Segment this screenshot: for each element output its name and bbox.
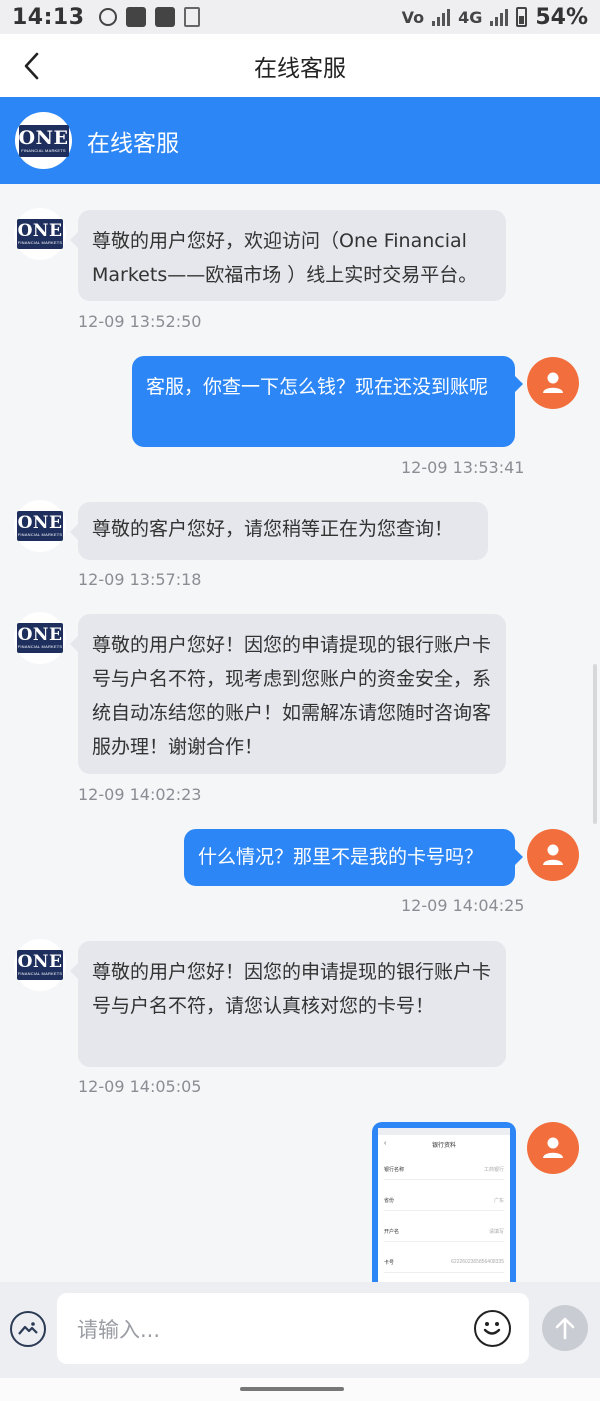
app-notification-icon <box>154 7 175 27</box>
user-icon <box>543 844 563 865</box>
agent-avatar: ONE FINANCIAL MARKETS <box>14 500 66 552</box>
thumb-row: 卡号 6222602365856408335 <box>384 1259 504 1266</box>
image-upload-button[interactable] <box>10 1311 46 1347</box>
status-time: 14:13 <box>12 4 85 30</box>
message-time: 12-09 14:05:05 <box>78 1077 202 1096</box>
user-message-bubble: 什么情况？那里不是我的卡号吗？ <box>184 829 523 886</box>
back-arrow-icon <box>24 52 39 80</box>
message-time: 12-09 14:02:23 <box>78 785 202 804</box>
message-input-box <box>57 1293 529 1366</box>
message-time: 12-09 13:53:41 <box>401 458 525 477</box>
title-bar: 在线客服 <box>0 34 600 97</box>
app-notification-icon <box>125 7 146 27</box>
message-time: 12-09 13:52:50 <box>78 312 202 331</box>
battery-icon <box>516 7 528 27</box>
emoji-icon <box>483 1322 501 1335</box>
page-title: 在线客服 <box>254 55 346 82</box>
send-button[interactable] <box>542 1305 588 1351</box>
agent-message-bubble: 尊敬的用户您好！因您的申请提现的银行账户卡号与户名不符，现考虑到您账户的资金安全… <box>70 614 506 774</box>
user-icon <box>543 1137 563 1158</box>
network-type: 4G <box>458 7 483 27</box>
input-bar <box>0 1282 600 1378</box>
thumb-row: 省份 广东 <box>384 1198 504 1204</box>
back-arrow-icon: ‹ <box>384 1140 387 1147</box>
chat-area[interactable]: ONE FINANCIAL MARKETS 尊敬的用户您好，欢迎访问（One Fi… <box>0 184 600 1282</box>
screenshot-thumbnail: ‹ 银行资料 银行名称 工商银行 省份 广东 开户名 请填写 卡号 62226023658… <box>378 1128 510 1282</box>
emoji-button[interactable] <box>474 1310 511 1347</box>
status-bar: 14:13 Vo 4G 54% <box>0 0 600 34</box>
scrollbar[interactable] <box>593 664 597 824</box>
location-icon <box>98 8 117 26</box>
service-title: 在线客服 <box>87 130 179 157</box>
user-image-message[interactable]: ‹ 银行资料 银行名称 工商银行 省份 广东 开户名 请填写 卡号 62226023658… <box>372 1122 516 1282</box>
agent-message-bubble: 尊敬的用户您好！因您的申请提现的银行账户卡号与户名不符，请您认真核对您的卡号！ <box>70 941 506 1067</box>
signal-icon <box>432 8 451 26</box>
service-header: ONE FINANCIAL MARKETS 在线客服 <box>0 97 600 184</box>
message-time: 12-09 13:57:18 <box>78 570 202 589</box>
user-avatar <box>527 357 579 409</box>
status-left-icons <box>98 7 200 27</box>
user-avatar <box>527 829 579 881</box>
thumb-row: 银行名称 工商银行 <box>384 1167 504 1173</box>
user-avatar <box>527 1122 579 1174</box>
agent-avatar: ONE FINANCIAL MARKETS <box>14 208 66 260</box>
message-time: 12-09 14:04:25 <box>401 896 525 915</box>
home-indicator[interactable] <box>240 1387 344 1391</box>
volte-icon: Vo <box>401 7 425 27</box>
user-icon <box>543 372 563 393</box>
signal-icon <box>490 8 509 26</box>
image-icon <box>18 1322 38 1335</box>
agent-message-bubble: 尊敬的客户您好，请您稍等正在为您查询！ <box>70 502 488 560</box>
battery-percent: 54% <box>535 4 588 30</box>
brand-logo: ONE FINANCIAL MARKETS <box>15 112 72 169</box>
document-icon <box>183 7 200 27</box>
agent-avatar: ONE FINANCIAL MARKETS <box>14 939 66 991</box>
thumb-row: 开户名 请填写 <box>384 1229 504 1235</box>
message-input[interactable] <box>75 1293 459 1366</box>
send-arrow-icon <box>555 1317 575 1340</box>
back-button[interactable] <box>16 50 48 82</box>
agent-message-bubble: 尊敬的用户您好，欢迎访问（One Financial Markets——欧福市场… <box>70 210 506 301</box>
status-right-icons: Vo 4G 54% <box>402 5 588 30</box>
agent-avatar: ONE FINANCIAL MARKETS <box>14 612 66 664</box>
logo-mark: ONE FINANCIAL MARKETS <box>18 124 69 157</box>
system-navigation-bar <box>0 1378 600 1401</box>
user-message-bubble: 客服，你查一下怎么钱？现在还没到账呢 <box>132 356 523 447</box>
